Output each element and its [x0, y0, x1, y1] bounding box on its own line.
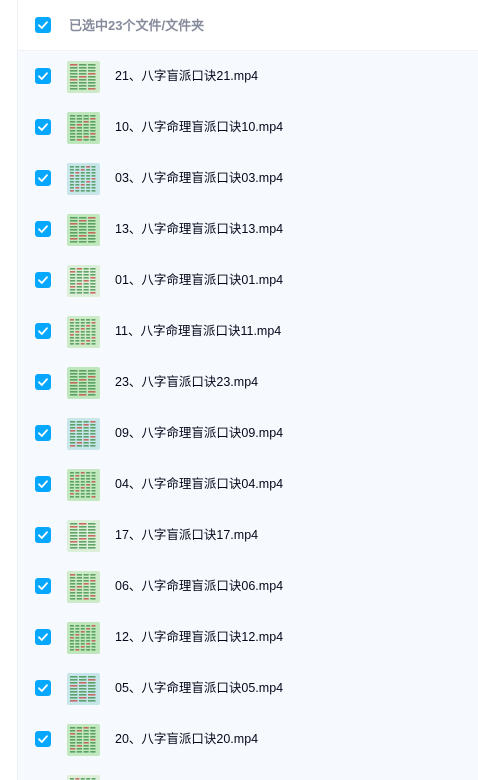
doc-thumbnail-icon — [67, 418, 100, 450]
doc-thumbnail-icon — [67, 316, 100, 348]
file-name[interactable]: 03、八字命理盲派口诀03.mp4 — [115, 170, 283, 187]
file-row[interactable]: 20、八字盲派口诀20.mp4 — [18, 714, 478, 765]
file-checkbox[interactable] — [35, 476, 51, 492]
doc-thumbnail-icon — [67, 265, 100, 297]
file-checkbox[interactable] — [35, 578, 51, 594]
file-row[interactable]: 13、八字命理盲派口诀13.mp4 — [18, 204, 478, 255]
file-list: 21、八字盲派口诀21.mp4 10、八字命理盲派口诀10.mp4 03、八字命理盲… — [18, 51, 478, 780]
file-checkbox[interactable] — [35, 425, 51, 441]
file-checkbox[interactable] — [35, 68, 51, 84]
selection-header: 已选中23个文件/文件夹 — [18, 0, 478, 51]
file-row[interactable] — [18, 765, 478, 780]
doc-thumbnail-icon — [67, 724, 100, 756]
checkmark-icon — [38, 684, 48, 692]
checkmark-icon — [38, 174, 48, 182]
checkmark-icon — [38, 327, 48, 335]
file-checkbox[interactable] — [35, 323, 51, 339]
selection-count-label: 已选中23个文件/文件夹 — [69, 18, 205, 33]
checkmark-icon — [38, 276, 48, 284]
file-name[interactable]: 09、八字命理盲派口诀09.mp4 — [115, 425, 283, 442]
file-name[interactable]: 10、八字命理盲派口诀10.mp4 — [115, 119, 283, 136]
checkmark-icon — [38, 72, 48, 80]
file-name[interactable]: 17、八字盲派口诀17.mp4 — [115, 527, 258, 544]
checkmark-icon — [38, 480, 48, 488]
select-all-checkbox[interactable] — [35, 17, 51, 33]
checkmark-icon — [38, 378, 48, 386]
left-gutter — [0, 0, 18, 780]
doc-thumbnail-icon — [67, 673, 100, 705]
file-row[interactable]: 23、八字盲派口诀23.mp4 — [18, 357, 478, 408]
file-row[interactable]: 05、八字命理盲派口诀05.mp4 — [18, 663, 478, 714]
file-row[interactable]: 21、八字盲派口诀21.mp4 — [18, 51, 478, 102]
file-name[interactable]: 21、八字盲派口诀21.mp4 — [115, 68, 258, 85]
file-checkbox[interactable] — [35, 680, 51, 696]
doc-thumbnail-icon — [67, 622, 100, 654]
file-name[interactable]: 20、八字盲派口诀20.mp4 — [115, 731, 258, 748]
checkmark-icon — [38, 531, 48, 539]
file-checkbox[interactable] — [35, 221, 51, 237]
doc-thumbnail-icon — [67, 775, 100, 780]
file-row[interactable]: 04、八字命理盲派口诀04.mp4 — [18, 459, 478, 510]
file-name[interactable]: 01、八字命理盲派口诀01.mp4 — [115, 272, 283, 289]
file-name[interactable]: 06、八字命理盲派口诀06.mp4 — [115, 578, 283, 595]
file-checkbox[interactable] — [35, 731, 51, 747]
doc-thumbnail-icon — [67, 112, 100, 144]
file-checkbox[interactable] — [35, 629, 51, 645]
doc-thumbnail-icon — [67, 367, 100, 399]
file-row[interactable]: 09、八字命理盲派口诀09.mp4 — [18, 408, 478, 459]
file-checkbox[interactable] — [35, 119, 51, 135]
file-row[interactable]: 06、八字命理盲派口诀06.mp4 — [18, 561, 478, 612]
file-name[interactable]: 11、八字命理盲派口诀11.mp4 — [115, 323, 281, 340]
file-name[interactable]: 04、八字命理盲派口诀04.mp4 — [115, 476, 283, 493]
file-name[interactable]: 23、八字盲派口诀23.mp4 — [115, 374, 258, 391]
doc-thumbnail-icon — [67, 571, 100, 603]
file-row[interactable]: 17、八字盲派口诀17.mp4 — [18, 510, 478, 561]
doc-thumbnail-icon — [67, 163, 100, 195]
file-name[interactable]: 05、八字命理盲派口诀05.mp4 — [115, 680, 283, 697]
doc-thumbnail-icon — [67, 520, 100, 552]
checkmark-icon — [38, 429, 48, 437]
file-checkbox[interactable] — [35, 170, 51, 186]
file-row[interactable]: 01、八字命理盲派口诀01.mp4 — [18, 255, 478, 306]
file-row[interactable]: 03、八字命理盲派口诀03.mp4 — [18, 153, 478, 204]
file-name[interactable]: 13、八字命理盲派口诀13.mp4 — [115, 221, 283, 238]
doc-thumbnail-icon — [67, 61, 100, 93]
checkmark-icon — [38, 225, 48, 233]
checkmark-icon — [38, 21, 48, 29]
file-name[interactable]: 12、八字命理盲派口诀12.mp4 — [115, 629, 283, 646]
file-list-panel: 已选中23个文件/文件夹 21、八字盲派口诀21.mp4 10、八字命理盲派口诀1… — [18, 0, 478, 780]
checkmark-icon — [38, 735, 48, 743]
file-list-page: 已选中23个文件/文件夹 21、八字盲派口诀21.mp4 10、八字命理盲派口诀1… — [0, 0, 478, 780]
file-checkbox[interactable] — [35, 527, 51, 543]
file-row[interactable]: 10、八字命理盲派口诀10.mp4 — [18, 102, 478, 153]
doc-thumbnail-icon — [67, 214, 100, 246]
checkmark-icon — [38, 582, 48, 590]
file-row[interactable]: 11、八字命理盲派口诀11.mp4 — [18, 306, 478, 357]
file-row[interactable]: 12、八字命理盲派口诀12.mp4 — [18, 612, 478, 663]
checkmark-icon — [38, 633, 48, 641]
doc-thumbnail-icon — [67, 469, 100, 501]
file-checkbox[interactable] — [35, 272, 51, 288]
checkmark-icon — [38, 123, 48, 131]
file-checkbox[interactable] — [35, 374, 51, 390]
